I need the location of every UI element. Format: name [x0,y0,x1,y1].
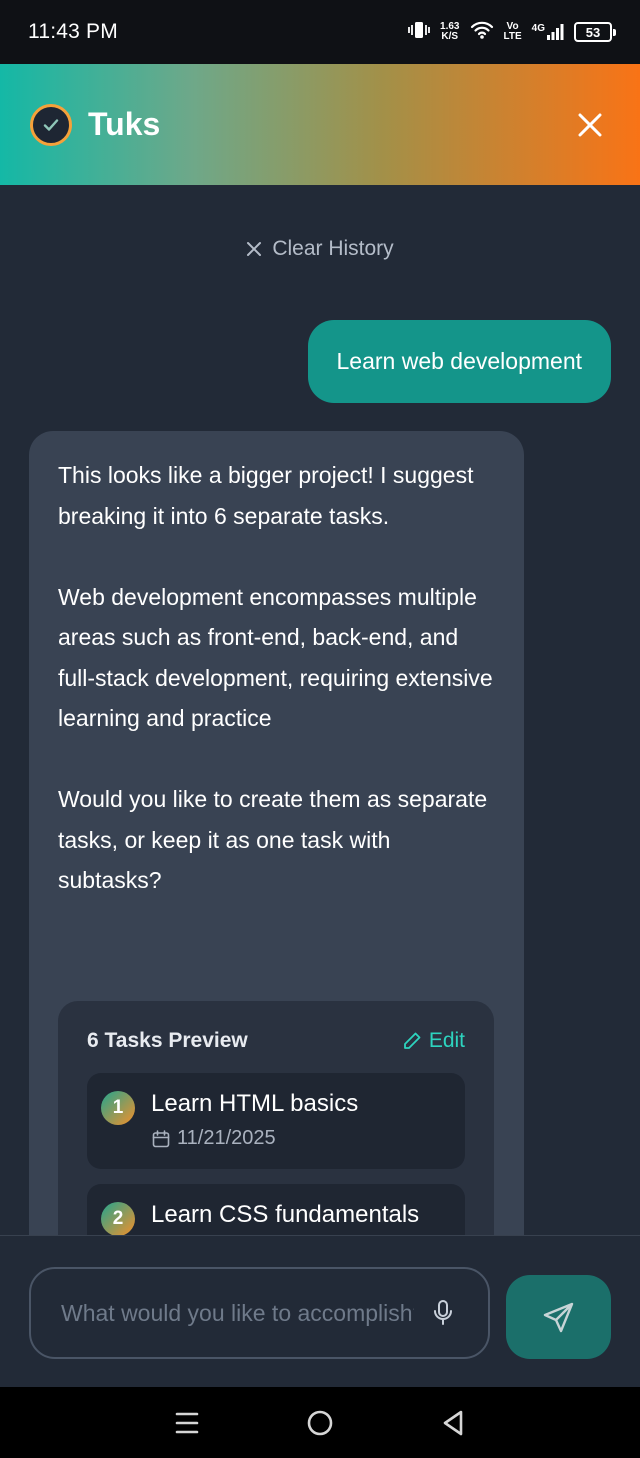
edit-button[interactable]: Edit [402,1029,465,1053]
battery-level: 53 [585,24,601,40]
assistant-message-bubble: This looks like a bigger project! I sugg… [29,431,524,1235]
edit-label: Edit [428,1029,465,1052]
status-bar: 11:43 PM 1.63 K/S Vo LTE 4G 53 [0,0,640,64]
tasks-preview-card: 6 Tasks Preview Edit 1 Learn HTML basics… [58,1001,494,1235]
clear-history-button[interactable]: Clear History [0,237,640,261]
composer-bar [0,1235,640,1387]
volte-indicator: Vo LTE [504,22,522,42]
back-triangle-icon [444,1410,463,1435]
menu-icon [175,1412,198,1433]
net-speed-unit: K/S [441,31,459,42]
signal-icon: 4G [532,23,564,41]
task-body: Learn CSS fundamentals [151,1198,419,1232]
battery-icon: 53 [574,22,616,42]
pencil-icon [403,1032,421,1049]
task-body: Learn HTML basics 11/21/2025 [151,1087,358,1150]
task-preview-item[interactable]: 2 Learn CSS fundamentals [87,1184,465,1235]
task-preview-item[interactable]: 1 Learn HTML basics 11/21/2025 [87,1073,465,1169]
chat-area[interactable]: Clear History Learn web development This… [0,185,640,1235]
mic-button[interactable] [428,1298,458,1328]
clear-history-label: Clear History [272,237,394,260]
system-nav-bar [0,1387,640,1458]
user-message-bubble: Learn web development [307,320,611,403]
mic-icon [434,1300,452,1325]
status-icons: 1.63 K/S Vo LTE 4G 53 [408,20,616,45]
vibrate-icon [408,20,430,45]
check-logo-icon [30,103,72,146]
task-number-badge: 1 [101,1091,135,1125]
message-input[interactable] [61,1299,414,1327]
home-circle-icon [307,1410,333,1435]
task-date: 11/21/2025 [151,1127,358,1150]
volte-lte: LTE [503,31,522,42]
app-title: Tuks [88,106,161,142]
network-type: 4G [531,23,545,34]
tasks-preview-title: 6 Tasks Preview [87,1029,248,1052]
close-icon [578,113,602,136]
app-header: Tuks [0,64,640,185]
task-number-badge: 2 [101,1202,135,1235]
task-title: Learn HTML basics [151,1090,359,1117]
back-button[interactable] [433,1403,473,1443]
assistant-message-text: This looks like a bigger project! I sugg… [58,462,493,893]
message-input-wrapper[interactable] [29,1267,490,1359]
calendar-icon [152,1129,170,1147]
app-screen: 11:43 PM 1.63 K/S Vo LTE 4G 53 Tuks Clea… [0,0,640,1458]
tasks-preview-header: 6 Tasks Preview Edit [87,1029,465,1053]
net-speed: 1.63 K/S [440,22,459,42]
user-message-text: Learn web development [336,348,583,374]
task-date-text: 11/21/2025 [177,1127,276,1149]
wifi-icon [470,20,494,45]
close-button[interactable] [570,105,610,145]
send-button[interactable] [506,1275,611,1359]
recent-apps-button[interactable] [167,1403,207,1443]
home-button[interactable] [300,1403,340,1443]
task-title: Learn CSS fundamentals [151,1201,420,1228]
status-time: 11:43 PM [28,20,118,43]
send-icon [543,1302,573,1333]
x-icon [247,242,262,256]
